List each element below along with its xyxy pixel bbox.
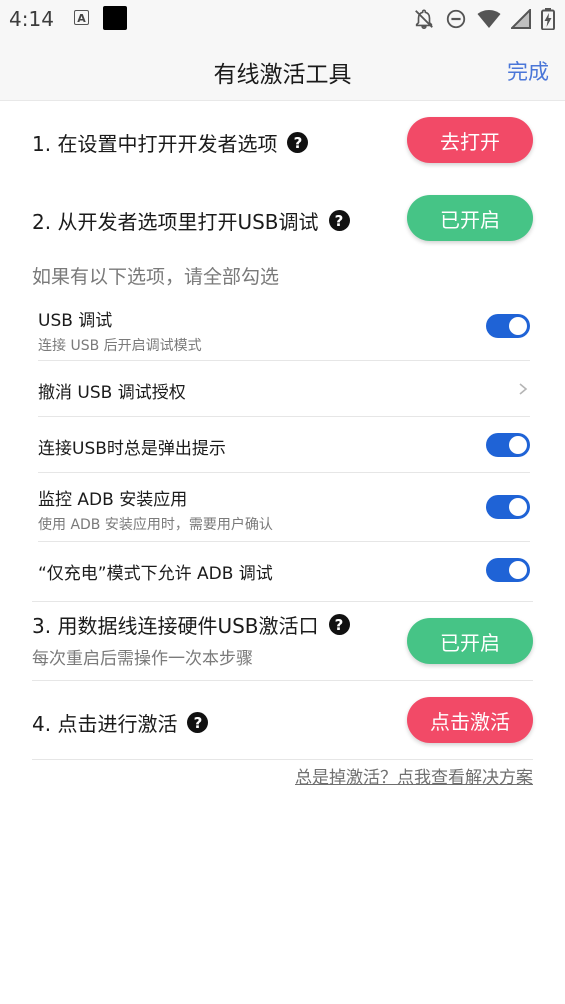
chevron-right-icon (519, 383, 528, 395)
step-3: 3. 用数据线连接硬件USB激活口 ? (32, 610, 350, 639)
done-button[interactable]: 完成 (507, 56, 549, 86)
step-3-label: 3. 用数据线连接硬件USB激活口 (32, 614, 319, 638)
do-not-disturb-icon (446, 9, 466, 29)
black-square-icon (103, 6, 127, 30)
step-3-subtitle: 每次重启后需操作一次本步骤 (32, 649, 253, 669)
step-4: 4. 点击进行激活 ? (32, 708, 209, 737)
option-title: USB 调试 (38, 311, 113, 331)
option-title: 监控 ADB 安装应用 (38, 490, 188, 510)
option-subtitle: 连接 USB 后开启调试模式 (38, 338, 202, 354)
divider (38, 541, 530, 542)
step-1-label: 1. 在设置中打开开发者选项 (32, 132, 278, 156)
status-time: 4:14 (9, 7, 54, 31)
option-title: 连接USB时总是弹出提示 (38, 439, 226, 459)
option-title: “仅充电”模式下允许 ADB 调试 (38, 564, 273, 584)
toggle-knob (509, 498, 527, 516)
help-icon[interactable]: ? (328, 210, 350, 231)
page-title: 有线激活工具 (213, 62, 352, 88)
divider (38, 416, 530, 417)
options-hint: 如果有以下选项，请全部勾选 (32, 266, 280, 288)
option-usb-prompt: 连接USB时总是弹出提示 (38, 434, 530, 459)
activate-button[interactable]: 点击激活 (407, 697, 533, 743)
usb-debugging-enabled-button[interactable]: 已开启 (407, 195, 533, 241)
charge-only-adb-toggle[interactable] (486, 558, 530, 582)
option-monitor-adb-install: 监控 ADB 安装应用 使用 ADB 安装应用时，需要用户确认 (38, 485, 530, 534)
troubleshoot-link[interactable]: 总是掉激活？点我查看解决方案 (295, 763, 533, 788)
usb-prompt-toggle[interactable] (486, 433, 530, 457)
usb-debugging-toggle[interactable] (486, 314, 530, 338)
signal-icon (511, 9, 531, 29)
app-header: 有线激活工具 完成 (0, 38, 565, 101)
option-title: 撤消 USB 调试授权 (38, 383, 186, 403)
divider (32, 680, 533, 681)
step-2-label: 2. 从开发者选项里打开USB调试 (32, 210, 319, 234)
divider (32, 759, 533, 760)
step-1: 1. 在设置中打开开发者选项 ? (32, 128, 309, 157)
step-4-label: 4. 点击进行激活 (32, 712, 178, 736)
a-badge-icon: A (74, 10, 89, 25)
option-charge-only-adb: “仅充电”模式下允许 ADB 调试 (38, 559, 530, 584)
open-developer-options-button[interactable]: 去打开 (407, 117, 533, 163)
divider (32, 601, 533, 602)
monitor-adb-install-toggle[interactable] (486, 495, 530, 519)
status-bar: 4:14 A (0, 0, 565, 38)
help-icon[interactable]: ? (328, 614, 350, 635)
usb-connected-button[interactable]: 已开启 (407, 618, 533, 664)
option-usb-debugging: USB 调试 连接 USB 后开启调试模式 (38, 306, 530, 355)
help-icon[interactable]: ? (287, 132, 309, 153)
toggle-knob (509, 317, 527, 335)
battery-charging-icon (541, 8, 555, 30)
option-subtitle: 使用 ADB 安装应用时，需要用户确认 (38, 517, 273, 533)
step-2: 2. 从开发者选项里打开USB调试 ? (32, 206, 350, 235)
option-revoke-usb-auth[interactable]: 撤消 USB 调试授权 (38, 378, 530, 403)
toggle-knob (509, 436, 527, 454)
toggle-knob (509, 561, 527, 579)
divider (38, 472, 530, 473)
status-icons (413, 7, 555, 31)
help-icon[interactable]: ? (187, 712, 209, 733)
wifi-icon (477, 10, 501, 28)
divider (38, 360, 530, 361)
notifications-off-icon (415, 9, 433, 29)
